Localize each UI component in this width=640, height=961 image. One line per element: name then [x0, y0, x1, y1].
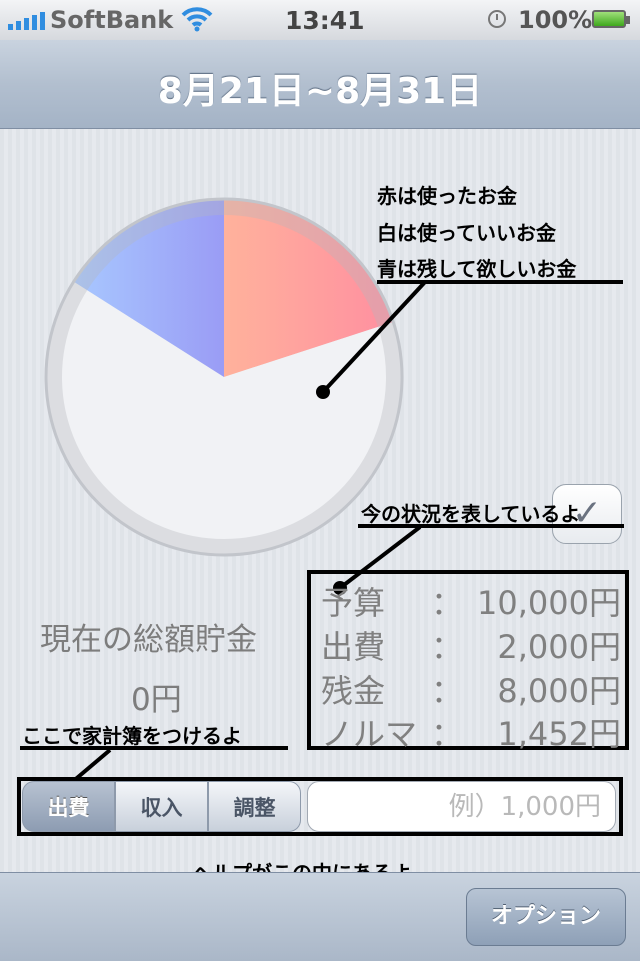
- legend-blue-note: 青は残して欲しいお金: [377, 257, 577, 281]
- expense-row: 出費 ： 2,000円: [321, 622, 621, 666]
- segment-expense[interactable]: 出費: [22, 781, 115, 832]
- remaining-row: 残金 ： 8,000円: [321, 666, 621, 710]
- entry-note: ここで家計簿をつけるよ: [22, 724, 242, 748]
- pie-chart-svg: [44, 197, 404, 557]
- budget-label: 予算: [321, 584, 386, 622]
- expense-label: 出費: [321, 628, 386, 666]
- remaining-label: 残金: [321, 672, 386, 710]
- budget-pie-chart: [44, 197, 404, 557]
- quota-label: ノルマ: [321, 715, 418, 753]
- expense-separator: ：: [431, 628, 464, 666]
- remaining-separator: ：: [431, 672, 464, 710]
- legend-underline: [377, 280, 623, 284]
- segment-adjust[interactable]: 調整: [208, 781, 301, 832]
- signal-strength-icon: [8, 12, 45, 30]
- entry-type-segmented-control: 出費 収入 調整: [22, 781, 301, 832]
- budget-value: 10,000円: [477, 584, 621, 622]
- wifi-icon: [180, 6, 214, 38]
- budget-separator: ：: [431, 584, 464, 622]
- entry-note-underline: [20, 746, 288, 750]
- status-note-underline: [358, 524, 624, 528]
- expense-value: 2,000円: [497, 628, 621, 666]
- status-time: 13:41: [285, 6, 365, 35]
- total-savings-label: 現在の総額貯金: [40, 622, 257, 658]
- budget-row: 予算 ： 10,000円: [321, 578, 621, 622]
- amount-input[interactable]: [307, 781, 616, 832]
- carrier-name: SoftBank: [50, 6, 174, 34]
- page-title: 8月21日~8月31日: [157, 71, 483, 112]
- legend-red-note: 赤は使ったお金: [377, 184, 517, 208]
- navigation-bar: 8月21日~8月31日: [0, 40, 640, 129]
- status-note: 今の状況を表しているよ: [361, 502, 581, 526]
- options-button[interactable]: オプション: [466, 888, 626, 946]
- remaining-value: 8,000円: [497, 672, 621, 710]
- total-savings-value: 0円: [131, 682, 182, 718]
- quota-row: ノルマ ： 1,452円: [321, 709, 621, 753]
- status-panel: 予算 ： 10,000円 出費 ： 2,000円 残金 ： 8,000円 ノルマ…: [307, 570, 629, 753]
- battery-percentage: 100%: [518, 6, 593, 34]
- segment-income[interactable]: 収入: [115, 781, 208, 832]
- quota-separator: ：: [431, 715, 464, 753]
- legend-white-note: 白は使っていいお金: [377, 221, 556, 245]
- status-bar: SoftBank 13:41 100%: [0, 0, 640, 40]
- alarm-clock-icon: [488, 10, 506, 28]
- battery-icon: [592, 10, 630, 28]
- quota-value: 1,452円: [497, 715, 621, 753]
